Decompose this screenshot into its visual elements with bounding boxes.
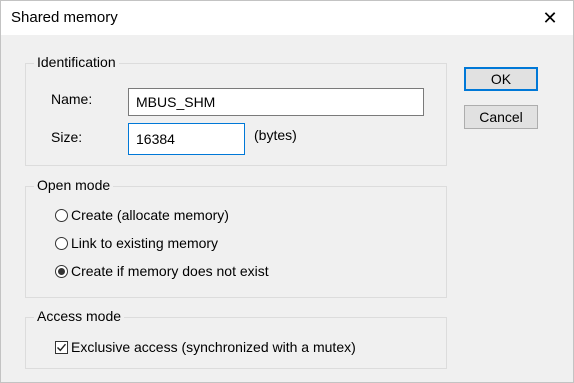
open-mode-group: Open mode Create (allocate memory) Link … [25,177,447,298]
ok-button[interactable]: OK [464,67,538,91]
exclusive-access-label: Exclusive access (synchronized with a mu… [71,339,356,355]
radio-create-if-not-exist-indicator[interactable] [55,264,68,278]
exclusive-access-checkbox-row[interactable]: Exclusive access (synchronized with a mu… [55,339,356,355]
size-field[interactable]: 16384 [128,123,245,155]
identification-group-label: Identification [34,54,119,70]
size-unit-label: (bytes) [254,127,297,143]
radio-link-existing-label: Link to existing memory [71,235,219,251]
size-label: Size: [51,129,83,145]
radio-create-if-not-exist-label: Create if memory does not exist [71,263,269,279]
radio-create-label: Create (allocate memory) [71,207,229,223]
radio-create-indicator[interactable] [55,208,68,222]
radio-create[interactable]: Create (allocate memory) [55,207,229,223]
radio-link-existing-indicator[interactable] [55,236,68,250]
checkmark-icon [57,343,67,351]
close-icon: ✕ [542,7,558,28]
access-mode-group: Access mode Exclusive access (synchroniz… [25,308,447,369]
exclusive-access-checkbox[interactable] [55,340,68,354]
radio-link-existing[interactable]: Link to existing memory [55,235,218,251]
radio-selected-dot [58,267,65,275]
shared-memory-dialog: Shared memory ✕ Identification Name: MBU… [0,0,574,383]
title-bar: Shared memory ✕ [1,1,573,35]
access-mode-group-label: Access mode [34,308,125,324]
name-field[interactable]: MBUS_SHM [128,88,424,116]
open-mode-group-label: Open mode [34,177,114,193]
identification-group: Identification Name: MBUS_SHM Size: 1638… [25,54,447,166]
close-button[interactable]: ✕ [527,1,573,35]
name-label: Name: [51,91,93,107]
window-title: Shared memory [11,9,118,26]
radio-create-if-not-exist[interactable]: Create if memory does not exist [55,263,269,279]
cancel-button[interactable]: Cancel [464,105,538,129]
